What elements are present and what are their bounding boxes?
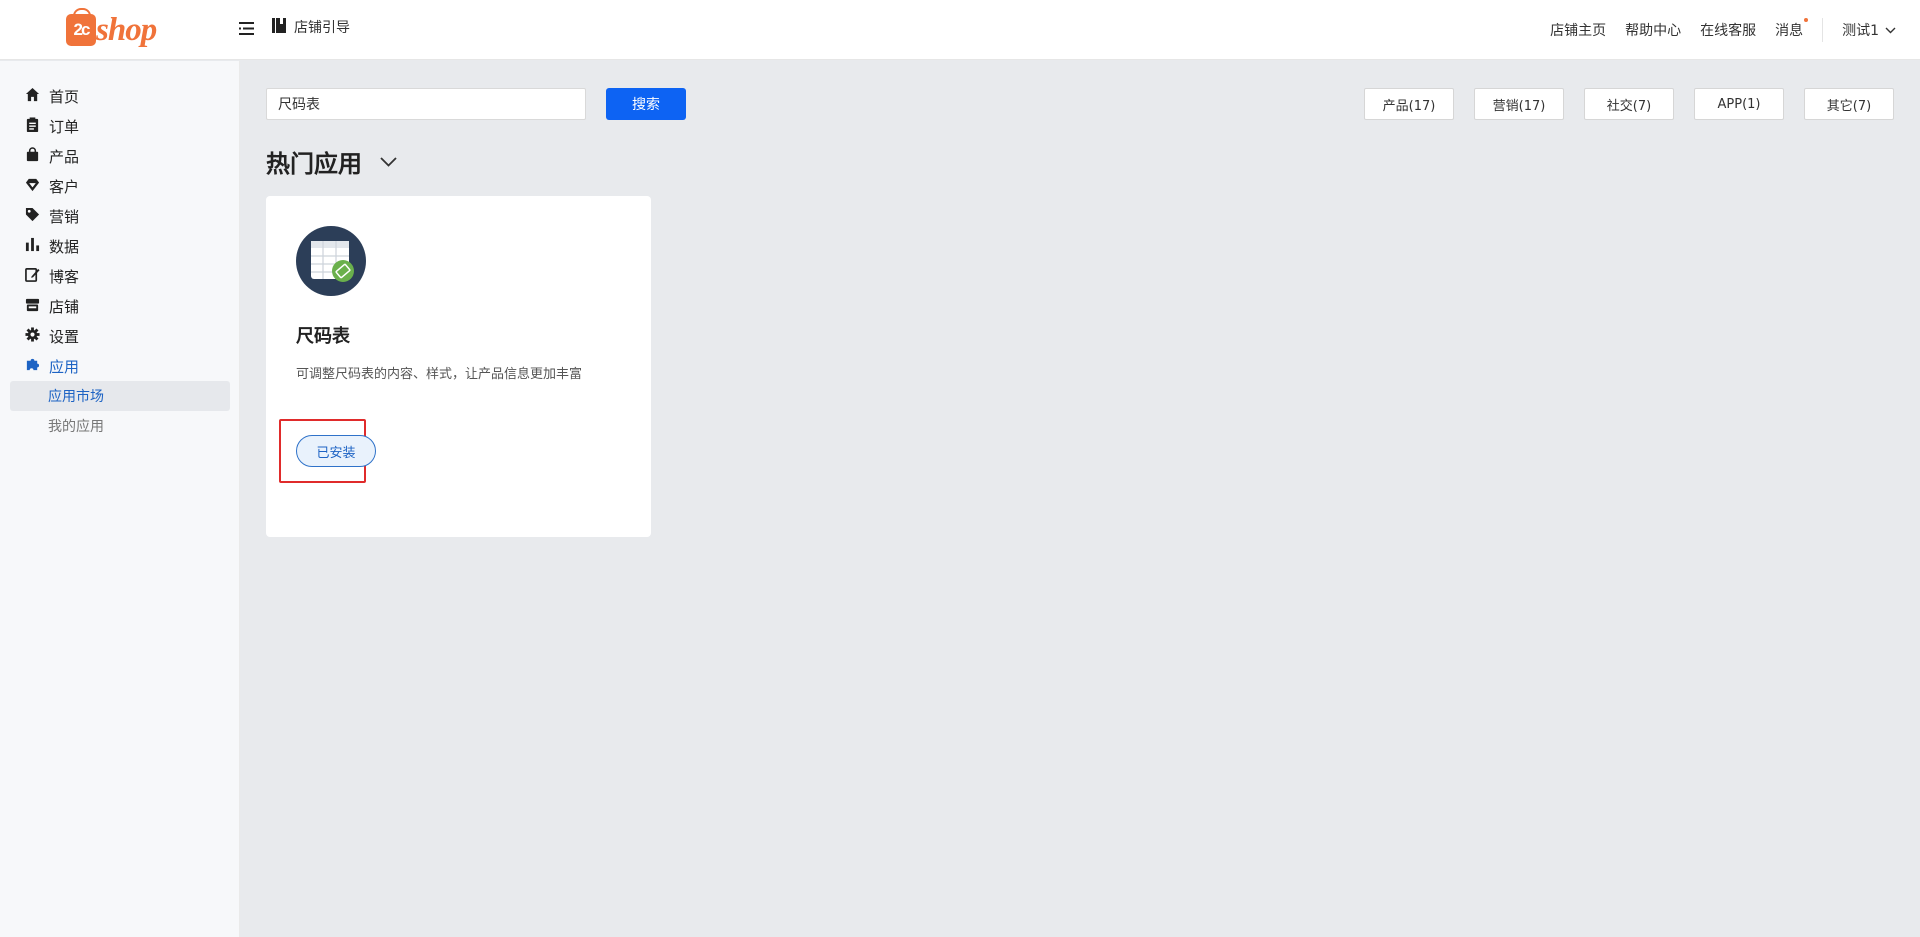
messages-link[interactable]: 消息 (1775, 18, 1809, 40)
messages-label: 消息 (1775, 23, 1804, 39)
size-chart-app-icon (296, 226, 366, 296)
app-name: 尺码表 (296, 326, 350, 347)
filter-app-button[interactable]: APP(1) (1694, 88, 1784, 120)
section-toggle[interactable]: 热门应用 (266, 144, 397, 179)
store-guide-link[interactable]: 店铺引导 (272, 17, 350, 37)
sidebar-item-blog[interactable]: 博客 (25, 265, 79, 287)
sidebar-subitem-label: 应用市场 (48, 389, 104, 405)
sidebar-item-label: 产品 (49, 147, 80, 166)
user-name: 测试1 (1842, 23, 1879, 39)
sidebar-item-label: 数据 (49, 237, 80, 256)
sidebar-subitem-label: 我的应用 (48, 419, 104, 435)
logo-text: shop (96, 11, 157, 48)
sidebar-item-customers[interactable]: 客户 (25, 175, 79, 197)
help-center-link[interactable]: 帮助中心 (1625, 20, 1681, 40)
sidebar-item-label: 应用 (49, 357, 80, 376)
bar-chart-icon (25, 237, 40, 256)
sidebar-item-data[interactable]: 数据 (25, 235, 79, 257)
sidebar-item-settings[interactable]: 设置 (25, 325, 79, 347)
gear-icon (25, 326, 40, 346)
sidebar-item-label: 营销 (49, 207, 80, 226)
sidebar-item-label: 首页 (49, 87, 80, 106)
filter-marketing-button[interactable]: 营销(17) (1474, 88, 1564, 120)
logo[interactable]: 2c shop (66, 8, 157, 49)
sidebar-subitem-my-apps[interactable]: 我的应用 (10, 411, 230, 441)
store-home-link[interactable]: 店铺主页 (1550, 20, 1606, 40)
filter-products-button[interactable]: 产品(17) (1364, 88, 1454, 120)
menu-toggle-icon[interactable] (237, 18, 257, 38)
logo-badge: 2c (66, 8, 96, 46)
sidebar-item-apps[interactable]: 应用 (25, 355, 79, 377)
sidebar-item-label: 设置 (49, 327, 80, 346)
filter-other-button[interactable]: 其它(7) (1804, 88, 1894, 120)
sidebar-item-label: 客户 (49, 177, 80, 196)
category-filters: 产品(17) 营销(17) 社交(7) APP(1) 其它(7) (1364, 88, 1894, 120)
chevron-down-icon (380, 152, 397, 171)
sidebar-item-label: 博客 (49, 267, 80, 286)
book-icon (272, 17, 286, 37)
sidebar: 首页 订单 产品 客户 营销 数据 博客 店铺 设置 应用 应用市场 我的应用 (0, 61, 240, 937)
home-icon (25, 87, 40, 106)
diamond-icon (25, 177, 40, 196)
chevron-down-icon (1885, 22, 1896, 38)
section-title: 热门应用 (266, 150, 362, 178)
unread-dot (1804, 18, 1809, 22)
store-icon (25, 297, 40, 316)
sidebar-subitem-app-market[interactable]: 应用市场 (10, 381, 230, 411)
user-menu[interactable]: 测试1 (1842, 20, 1896, 40)
search-input[interactable] (266, 88, 586, 120)
sidebar-item-marketing[interactable]: 营销 (25, 205, 79, 227)
sidebar-item-home[interactable]: 首页 (25, 85, 79, 107)
sidebar-item-store[interactable]: 店铺 (25, 295, 79, 317)
header-divider (1822, 18, 1824, 42)
sidebar-item-products[interactable]: 产品 (25, 145, 79, 167)
sidebar-item-orders[interactable]: 订单 (25, 115, 79, 137)
edit-icon (25, 267, 40, 286)
sidebar-item-label: 店铺 (49, 297, 80, 316)
tag-icon (25, 207, 40, 226)
app-description: 可调整尺码表的内容、样式，让产品信息更加丰富 (296, 367, 583, 382)
online-service-link[interactable]: 在线客服 (1700, 20, 1756, 40)
sidebar-item-label: 订单 (49, 117, 80, 136)
installed-button[interactable]: 已安装 (296, 435, 376, 467)
bag-icon (25, 146, 40, 166)
puzzle-icon (25, 357, 40, 376)
top-header: 2c shop 店铺引导 店铺主页 帮助中心 在线客服 消息 测试1 (0, 0, 1920, 60)
app-card[interactable]: 尺码表 可调整尺码表的内容、样式，让产品信息更加丰富 已安装 (266, 196, 651, 537)
filter-social-button[interactable]: 社交(7) (1584, 88, 1674, 120)
guide-label: 店铺引导 (294, 20, 350, 36)
clipboard-icon (25, 116, 40, 136)
header-links: 店铺主页 帮助中心 在线客服 消息 测试1 (1550, 18, 1896, 42)
search-button[interactable]: 搜索 (606, 88, 686, 120)
